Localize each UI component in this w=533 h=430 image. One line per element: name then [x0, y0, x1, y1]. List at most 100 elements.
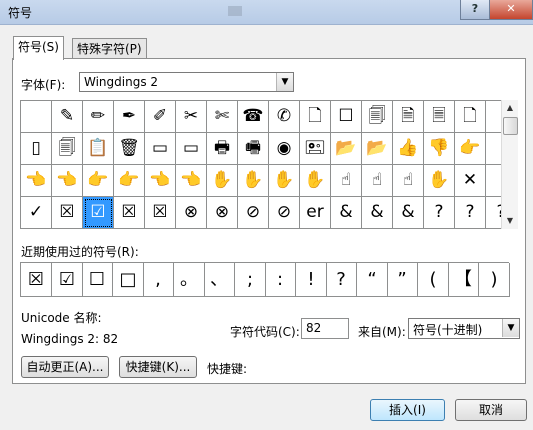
symbol-cell[interactable]: 👈 — [52, 165, 83, 197]
recent-symbol[interactable]: “ — [357, 263, 388, 297]
symbol-cell[interactable]: ☒ — [114, 197, 145, 229]
symbol-cell[interactable]: 🖷 — [238, 133, 269, 165]
symbol-cell[interactable]: er — [300, 197, 331, 229]
tab-symbols[interactable]: 符号(S) — [13, 36, 64, 60]
symbol-cell[interactable]: ✂ — [176, 101, 207, 133]
symbol-cell[interactable]: ▭ — [145, 133, 176, 165]
symbol-cell[interactable]: 🗑 — [114, 133, 145, 165]
symbol-cell[interactable]: ✓ — [21, 197, 52, 229]
symbol-cell[interactable]: ? — [455, 197, 486, 229]
window-title: 符号 — [8, 6, 33, 20]
recent-symbol[interactable]: ” — [387, 263, 418, 297]
symbol-cell[interactable]: ⊗ — [176, 197, 207, 229]
symbol-cell[interactable]: 🗎 — [393, 101, 424, 133]
recent-symbol[interactable]: ! — [296, 263, 327, 297]
title-bar: 符号 ? ✕ — [0, 0, 533, 25]
symbol-cell[interactable]: 📋 — [83, 133, 114, 165]
symbol-cell[interactable]: 👈 — [21, 165, 52, 197]
recent-symbol[interactable]: ; — [235, 263, 266, 297]
symbol-cell[interactable]: 🗋 — [455, 101, 486, 133]
tab-special-characters[interactable]: 特殊字符(P) — [72, 38, 147, 59]
char-code-input[interactable]: 82 — [301, 318, 349, 339]
symbol-cell[interactable]: ✋ — [424, 165, 455, 197]
symbol-cell[interactable]: ✕ — [455, 165, 486, 197]
blurred-title-mark — [228, 6, 242, 16]
symbol-cell[interactable]: 👈 — [176, 165, 207, 197]
symbol-cell[interactable]: ✏ — [83, 101, 114, 133]
symbol-cell[interactable]: 👉 — [83, 165, 114, 197]
recent-symbol[interactable]: 、 — [204, 263, 235, 297]
symbol-cell[interactable]: ✐ — [145, 101, 176, 133]
symbol-cell[interactable]: 🖭 — [300, 133, 331, 165]
symbol-cell[interactable]: 🗏 — [424, 101, 455, 133]
recent-symbol[interactable]: ☒ — [21, 263, 52, 297]
symbol-cell[interactable]: ◉ — [269, 133, 300, 165]
recent-symbol[interactable]: : — [265, 263, 296, 297]
symbol-cell[interactable]: ☎ — [238, 101, 269, 133]
recent-symbol[interactable]: 【 — [448, 263, 479, 297]
symbol-cell[interactable]: ✄ — [207, 101, 238, 133]
symbol-cell[interactable]: ⊘ — [238, 197, 269, 229]
symbol-cell[interactable]: ☒ — [145, 197, 176, 229]
symbol-cell[interactable] — [21, 101, 52, 133]
symbol-cell[interactable]: 👍 — [393, 133, 424, 165]
font-select[interactable]: Wingdings 2 ▼ — [79, 72, 294, 92]
symbol-cell[interactable]: ☒ — [52, 197, 83, 229]
symbol-grid: ✎ ✏ ✒ ✐ ✂ ✄ ☎ ✆ 🗋 ☐ 🗐 🗎 🗏 🗋 ▯ 🗐 📋 🗑 ▭ ▭ 🖶 🖷 ◉ 🖭 📂 📂 👍 👎 👉 👈 👈 👉 👉 👈 👈 ✋ ✋ ✋ ✋ ☝… — [20, 100, 517, 229]
symbol-cell[interactable]: ⊗ — [207, 197, 238, 229]
symbol-cell[interactable]: ✒ — [114, 101, 145, 133]
symbol-cell[interactable]: 📂 — [362, 133, 393, 165]
recent-symbol[interactable]: ( — [418, 263, 449, 297]
symbol-cell[interactable]: ☐ — [331, 101, 362, 133]
symbol-cell[interactable]: ✋ — [207, 165, 238, 197]
symbol-cell[interactable]: ☝ — [362, 165, 393, 197]
recent-symbol[interactable]: ? — [326, 263, 357, 297]
recent-symbol[interactable]: 。 — [174, 263, 205, 297]
symbol-cell[interactable]: 🗋 — [300, 101, 331, 133]
recent-symbol[interactable]: ) — [479, 263, 510, 297]
symbol-cell[interactable]: ✋ — [238, 165, 269, 197]
symbol-cell[interactable]: 🗐 — [52, 133, 83, 165]
cancel-button[interactable]: 取消 — [455, 399, 527, 421]
insert-button[interactable]: 插入(I) — [370, 399, 445, 421]
help-button[interactable]: ? — [460, 0, 490, 20]
recent-symbol[interactable]: □ — [113, 263, 144, 297]
symbol-cell[interactable]: 🗐 — [362, 101, 393, 133]
symbol-cell[interactable]: ✋ — [300, 165, 331, 197]
symbol-cell[interactable]: & — [362, 197, 393, 229]
recent-symbol[interactable]: , — [143, 263, 174, 297]
symbol-cell[interactable]: ▯ — [21, 133, 52, 165]
symbol-cell[interactable]: ☝ — [331, 165, 362, 197]
symbol-cell[interactable]: ▭ — [176, 133, 207, 165]
scroll-thumb[interactable] — [503, 117, 518, 135]
scroll-up-icon[interactable]: ▲ — [502, 100, 518, 116]
symbol-cell[interactable]: ✆ — [269, 101, 300, 133]
symbol-cell[interactable]: 🖶 — [207, 133, 238, 165]
unicode-name-label: Unicode 名称: — [21, 311, 102, 325]
font-select-value: Wingdings 2 — [84, 75, 159, 89]
chevron-down-icon[interactable]: ▼ — [276, 73, 293, 91]
symbol-cell[interactable]: 👉 — [114, 165, 145, 197]
symbol-cell[interactable]: 👈 — [145, 165, 176, 197]
recent-symbol[interactable]: ☐ — [82, 263, 113, 297]
symbol-cell[interactable]: ✋ — [269, 165, 300, 197]
symbol-cell[interactable]: ✎ — [52, 101, 83, 133]
symbol-cell[interactable]: ☝ — [393, 165, 424, 197]
grid-scrollbar[interactable]: ▲ ▼ — [501, 100, 518, 229]
symbol-cell[interactable]: 👎 — [424, 133, 455, 165]
shortcut-key-button[interactable]: 快捷键(K)... — [119, 356, 197, 378]
symbol-cell[interactable]: ? — [424, 197, 455, 229]
symbol-cell[interactable]: & — [331, 197, 362, 229]
autocorrect-button[interactable]: 自动更正(A)... — [21, 356, 109, 378]
close-button[interactable]: ✕ — [489, 0, 533, 20]
from-select[interactable]: 符号(十进制) ▼ — [408, 318, 520, 339]
scroll-down-icon[interactable]: ▼ — [502, 213, 518, 229]
symbol-cell[interactable]: & — [393, 197, 424, 229]
symbol-cell[interactable]: 📂 — [331, 133, 362, 165]
symbol-cell[interactable]: ⊘ — [269, 197, 300, 229]
symbol-cell[interactable]: ☑ — [83, 197, 114, 229]
char-name: Wingdings 2: 82 — [21, 332, 119, 346]
recent-symbol[interactable]: ☑ — [52, 263, 83, 297]
chevron-down-icon[interactable]: ▼ — [502, 319, 519, 337]
symbol-cell[interactable]: 👉 — [455, 133, 486, 165]
